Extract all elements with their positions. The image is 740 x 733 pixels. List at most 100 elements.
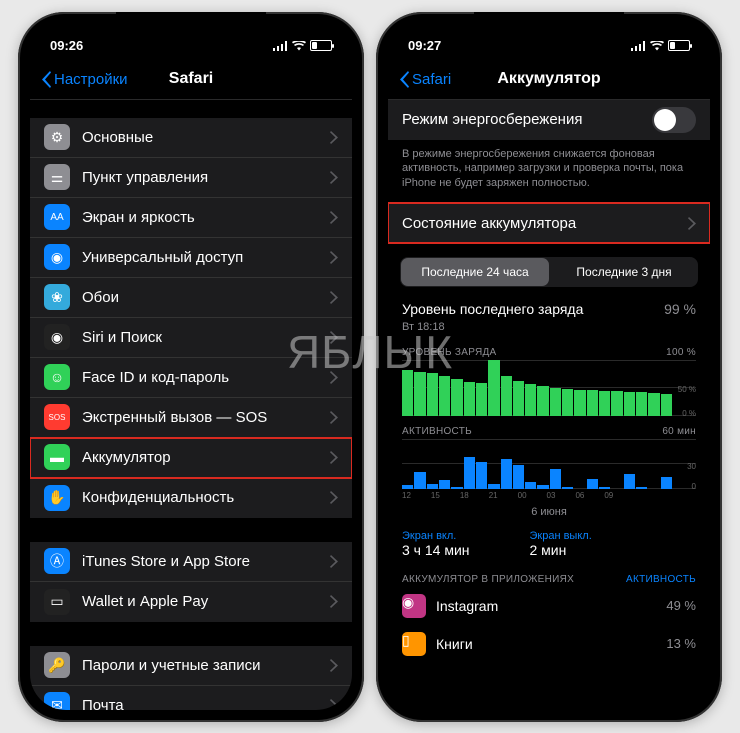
xaxis-sub: 6 июня: [388, 506, 710, 524]
screen-battery: 09:27 Safari Аккумулятор Режим энергосбе…: [388, 24, 710, 710]
settings-row[interactable]: ▭ Wallet и Apple Pay: [30, 582, 352, 622]
nav-bar: Safari Аккумулятор: [388, 60, 710, 100]
settings-row[interactable]: ⚙︎ Основные: [30, 118, 352, 158]
chevron-right-icon: [330, 699, 338, 710]
gear-icon: ⚙︎: [44, 124, 70, 150]
row-label: Основные: [82, 129, 330, 146]
wallet-icon: ▭: [44, 589, 70, 615]
books-icon: ▯: [402, 632, 426, 656]
settings-row[interactable]: ✉ Почта: [30, 686, 352, 710]
notch: [116, 12, 266, 36]
low-power-row[interactable]: Режим энергосбережения: [388, 100, 710, 140]
cellular-icon: [631, 41, 646, 51]
battery-health-row[interactable]: Состояние аккумулятора: [388, 203, 710, 243]
back-button[interactable]: Настройки: [40, 60, 128, 99]
settings-row[interactable]: AA Экран и яркость: [30, 198, 352, 238]
last-charge-sub: Вт 18:18: [388, 321, 710, 339]
chevron-right-icon: [330, 131, 338, 144]
charge-section-title: УРОВЕНЬ ЗАРЯДА100 %: [388, 339, 710, 360]
row-label: Почта: [82, 697, 330, 710]
settings-row[interactable]: SOS Экстренный вызов — SOS: [30, 398, 352, 438]
row-label: Пункт управления: [82, 169, 330, 186]
settings-row[interactable]: ◉ Универсальный доступ: [30, 238, 352, 278]
wifi-icon: [292, 41, 306, 51]
settings-row[interactable]: ▬ Аккумулятор: [30, 438, 352, 478]
nav-bar: Настройки Safari: [30, 60, 352, 100]
last-charge-label: Уровень последнего заряда: [402, 301, 583, 319]
app-row[interactable]: ◉ Instagram 49 %: [388, 587, 710, 625]
screen-on-label: Экран вкл.: [402, 530, 470, 542]
activity-section-title: АКТИВНОСТЬ60 мин: [388, 418, 710, 439]
app-row[interactable]: ▯ Книги 13 %: [388, 625, 710, 663]
settings-row[interactable]: ⚌ Пункт управления: [30, 158, 352, 198]
row-label: Экран и яркость: [82, 209, 330, 226]
low-power-label: Режим энергосбережения: [402, 111, 652, 128]
chevron-right-icon: [330, 659, 338, 672]
row-label: Siri и Поиск: [82, 329, 330, 346]
back-label: Safari: [412, 71, 451, 88]
low-power-toggle[interactable]: [652, 107, 696, 133]
screen-settings: 09:26 Настройки Safari ⚙︎ Основные ⚌ Пун…: [30, 24, 352, 710]
notch: [474, 12, 624, 36]
chevron-right-icon: [330, 491, 338, 504]
screen-on-value: 3 ч 14 мин: [402, 542, 470, 558]
key-icon: 🔑: [44, 652, 70, 678]
row-label: Экстренный вызов — SOS: [82, 409, 330, 426]
mail-icon: ✉: [44, 692, 70, 710]
chevron-right-icon: [330, 411, 338, 424]
battery-icon: [668, 40, 690, 51]
phone-left: 09:26 Настройки Safari ⚙︎ Основные ⚌ Пун…: [18, 12, 364, 722]
row-label: Конфиденциальность: [82, 489, 330, 506]
chevron-right-icon: [330, 211, 338, 224]
settings-row[interactable]: ☺ Face ID и код-пароль: [30, 358, 352, 398]
chevron-right-icon: [330, 331, 338, 344]
settings-row[interactable]: ✋ Конфиденциальность: [30, 478, 352, 518]
app-usage-list: ◉ Instagram 49 %▯ Книги 13 %: [388, 587, 710, 663]
battery-icon: ▬: [44, 444, 70, 470]
siri-icon: ◉: [44, 324, 70, 350]
privacy-icon: ✋: [44, 485, 70, 511]
segment-24h[interactable]: Последние 24 часа: [401, 258, 549, 286]
app-pct: 49 %: [666, 598, 696, 613]
instagram-icon: ◉: [402, 594, 426, 618]
settings-row[interactable]: Ⓐ iTunes Store и App Store: [30, 542, 352, 582]
clock: 09:27: [408, 38, 441, 53]
row-label: iTunes Store и App Store: [82, 553, 330, 570]
settings-row[interactable]: ◉ Siri и Поиск: [30, 318, 352, 358]
screen-off-value: 2 мин: [530, 542, 592, 558]
settings-list[interactable]: ⚙︎ Основные ⚌ Пункт управления AA Экран …: [30, 100, 352, 710]
chevron-right-icon: [330, 171, 338, 184]
battery-health-label: Состояние аккумулятора: [402, 215, 688, 232]
row-label: Wallet и Apple Pay: [82, 593, 330, 610]
wallpaper-icon: ❀: [44, 284, 70, 310]
accessibility-icon: ◉: [44, 244, 70, 270]
clock: 09:26: [50, 38, 83, 53]
apps-header: АККУМУЛЯТОР В ПРИЛОЖЕНИЯХ АКТИВНОСТЬ: [388, 566, 710, 587]
battery-icon: [310, 40, 332, 51]
activity-chart: 30 0: [402, 439, 696, 489]
appstore-icon: Ⓐ: [44, 548, 70, 574]
wifi-icon: [650, 41, 664, 51]
chevron-right-icon: [330, 595, 338, 608]
row-label: Обои: [82, 289, 330, 306]
sos-icon: SOS: [44, 404, 70, 430]
row-label: Универсальный доступ: [82, 249, 330, 266]
page-title: Аккумулятор: [497, 70, 600, 88]
settings-row[interactable]: ❀ Обои: [30, 278, 352, 318]
app-name: Instagram: [436, 598, 498, 614]
row-label: Face ID и код-пароль: [82, 369, 330, 386]
textsize-icon: AA: [44, 204, 70, 230]
low-power-footer: В режиме энергосбережения снижается фоно…: [388, 140, 710, 192]
battery-content[interactable]: Режим энергосбережения В режиме энергосб…: [388, 100, 710, 710]
chevron-right-icon: [330, 451, 338, 464]
last-charge-row: Уровень последнего заряда 99 %: [388, 297, 710, 321]
back-button[interactable]: Safari: [398, 60, 451, 99]
segment-3d[interactable]: Последние 3 дня: [550, 257, 698, 287]
chevron-right-icon: [330, 251, 338, 264]
time-range-segment[interactable]: Последние 24 часа Последние 3 дня: [400, 257, 698, 287]
chart-xaxis: 1215182100030609: [402, 491, 696, 500]
row-label: Аккумулятор: [82, 449, 330, 466]
chevron-right-icon: [688, 217, 696, 230]
settings-row[interactable]: 🔑 Пароли и учетные записи: [30, 646, 352, 686]
chevron-right-icon: [330, 371, 338, 384]
